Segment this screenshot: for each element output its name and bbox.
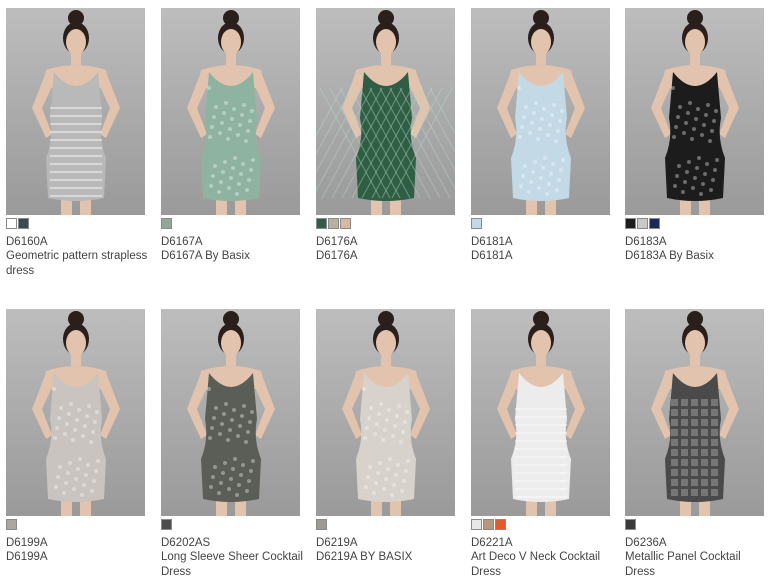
product-name[interactable]: Geometric pattern strapless dress (6, 249, 154, 279)
product-name[interactable]: D6167A By Basix (161, 249, 309, 264)
product-photo[interactable] (316, 309, 455, 516)
color-swatches (625, 519, 765, 530)
color-swatch[interactable] (6, 218, 17, 229)
color-swatch[interactable] (483, 519, 494, 530)
product-photo[interactable] (316, 8, 455, 215)
product-card[interactable]: D6167A D6167A By Basix (161, 8, 301, 264)
color-swatch[interactable] (637, 218, 648, 229)
color-swatch[interactable] (316, 519, 327, 530)
color-swatches (161, 519, 301, 530)
product-card[interactable]: D6176A D6176A (316, 8, 456, 264)
product-card[interactable]: D6199A D6199A (6, 309, 146, 565)
product-card[interactable]: D6221A Art Deco V Neck Cocktail Dress (471, 309, 611, 580)
dress-figure-icon (342, 311, 430, 516)
product-name[interactable]: D6183A By Basix (625, 249, 770, 264)
product-code[interactable]: D6202AS (161, 536, 301, 550)
product-code[interactable]: D6219A (316, 536, 456, 550)
product-name[interactable]: D6199A (6, 550, 154, 565)
color-swatches (471, 218, 611, 229)
color-swatch[interactable] (625, 218, 636, 229)
product-card[interactable]: D6202AS Long Sleeve Sheer Cocktail Dress (161, 309, 303, 580)
dress-figure-icon (32, 10, 120, 215)
product-code[interactable]: D6199A (6, 536, 146, 550)
color-swatch[interactable] (471, 519, 482, 530)
color-swatches (161, 218, 301, 229)
dress-figure-icon (651, 311, 739, 516)
product-card[interactable]: D6181A D6181A (471, 8, 611, 264)
dress-figure-icon (497, 311, 585, 516)
product-code[interactable]: D6176A (316, 235, 456, 249)
color-swatch[interactable] (328, 218, 339, 229)
product-name[interactable]: D6181A (471, 249, 619, 264)
color-swatch[interactable] (161, 519, 172, 530)
product-photo[interactable] (161, 8, 300, 215)
color-swatch[interactable] (625, 519, 636, 530)
dress-figure-icon (187, 10, 275, 215)
color-swatch[interactable] (649, 218, 660, 229)
color-swatch[interactable] (495, 519, 506, 530)
product-card[interactable]: D6160A Geometric pattern strapless dress (6, 8, 147, 279)
product-name[interactable]: D6219A BY BASIX (316, 550, 464, 565)
product-card[interactable]: D6236A Metallic Panel Cocktail Dress (625, 309, 765, 580)
product-card[interactable]: D6219A D6219A BY BASIX (316, 309, 456, 565)
product-photo[interactable] (6, 309, 145, 516)
product-photo[interactable] (625, 309, 764, 516)
product-photo[interactable] (471, 8, 610, 215)
product-card[interactable]: D6183A D6183A By Basix (625, 8, 765, 264)
color-swatch[interactable] (471, 218, 482, 229)
color-swatch[interactable] (6, 519, 17, 530)
dress-figure-icon (187, 311, 275, 516)
product-name[interactable]: Metallic Panel Cocktail Dress (625, 550, 770, 580)
product-photo[interactable] (471, 309, 610, 516)
color-swatches (316, 218, 456, 229)
color-swatches (6, 519, 146, 530)
product-code[interactable]: D6221A (471, 536, 611, 550)
color-swatch[interactable] (340, 218, 351, 229)
product-name[interactable]: D6176A (316, 249, 464, 264)
color-swatches (471, 519, 611, 530)
product-code[interactable]: D6236A (625, 536, 765, 550)
product-photo[interactable] (6, 8, 145, 215)
product-code[interactable]: D6183A (625, 235, 765, 249)
color-swatches (316, 519, 456, 530)
color-swatch[interactable] (18, 218, 29, 229)
dress-figure-icon (497, 10, 585, 215)
color-swatches (6, 218, 146, 229)
color-swatches (625, 218, 765, 229)
product-name[interactable]: Long Sleeve Sheer Cocktail Dress (161, 550, 309, 580)
product-photo[interactable] (161, 309, 300, 516)
color-swatch[interactable] (161, 218, 172, 229)
product-code[interactable]: D6160A (6, 235, 146, 249)
product-name[interactable]: Art Deco V Neck Cocktail Dress (471, 550, 619, 580)
dress-figure-icon (651, 10, 739, 215)
dress-figure-icon (316, 10, 455, 215)
color-swatch[interactable] (316, 218, 327, 229)
product-code[interactable]: D6167A (161, 235, 301, 249)
product-code[interactable]: D6181A (471, 235, 611, 249)
dress-figure-icon (32, 311, 120, 516)
product-photo[interactable] (625, 8, 764, 215)
